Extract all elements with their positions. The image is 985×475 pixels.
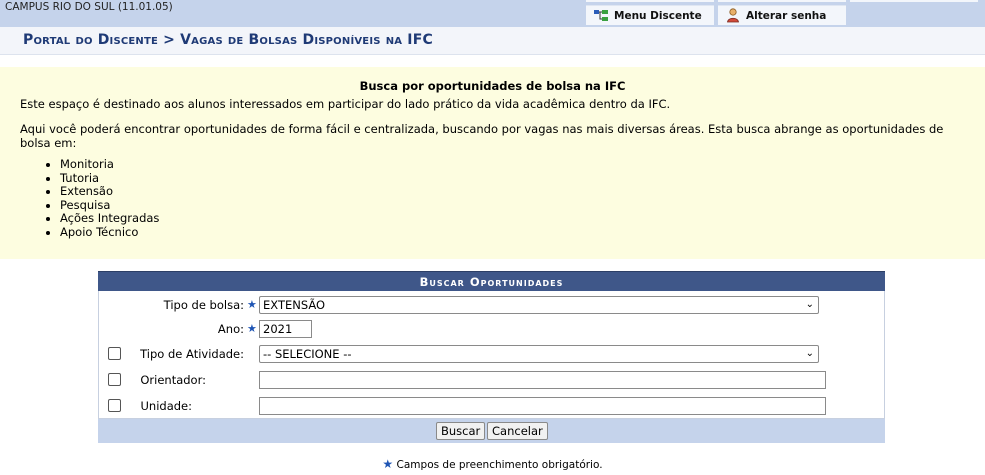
intro-title: Busca por oportunidades de bolsa na IFC [359,79,626,93]
tipo-bolsa-label: Tipo de bolsa: [163,298,244,312]
campus-label: CAMPUS RIO DO SUL (11.01.05) [5,1,173,13]
form-actions: Buscar Cancelar [98,419,885,443]
alterar-senha-button[interactable]: Alterar senha [718,5,846,25]
required-marker: ★ [247,322,257,335]
required-marker: ★ [382,457,394,471]
form-body: Tipo de bolsa: ★ EXTENSÃO ⌄ Ano: ★ 2021 … [98,291,885,419]
form-title: Buscar Oportunidades [98,271,885,291]
intro-paragraph-2: Aqui você poderá encontrar oportunidades… [20,122,944,150]
required-note-text: Campos de preenchimento obrigatório. [396,459,603,471]
menu-discente-label: Menu Discente [614,9,702,22]
tipo-atividade-select[interactable]: -- SELECIONE -- ⌄ [259,345,819,363]
list-item: Apoio Técnico [60,225,159,240]
breadcrumb-bar: Portal do Discente > Vagas de Bolsas Dis… [0,27,985,55]
buscar-button[interactable]: Buscar [436,422,486,440]
intro-paragraph-1: Este espaço é destinado aos alunos inter… [20,97,671,111]
top-bar: CAMPUS RIO DO SUL (11.01.05) Menu Discen… [0,0,985,27]
tipo-bolsa-select[interactable]: EXTENSÃO ⌄ [259,296,819,314]
list-item: Tutoria [60,171,159,186]
menu-tree-icon [593,9,609,23]
bolsa-type-list: Monitoria Tutoria Extensão Pesquisa Açõe… [48,157,159,240]
user-key-icon [725,8,741,23]
chevron-down-icon: ⌄ [805,348,814,359]
orientador-input[interactable] [259,371,826,389]
cancelar-button[interactable]: Cancelar [487,422,548,440]
menu-discente-button[interactable]: Menu Discente [586,5,714,25]
orientador-label: Orientador: [140,373,206,387]
intro-panel: Busca por oportunidades de bolsa na IFC … [0,67,985,259]
list-item: Pesquisa [60,198,159,213]
ano-label: Ano: [217,322,244,336]
search-form: Buscar Oportunidades Tipo de bolsa: ★ EX… [98,271,885,443]
breadcrumb: Portal do Discente > Vagas de Bolsas Dis… [23,32,433,48]
unidade-label: Unidade: [140,399,193,413]
chevron-down-icon: ⌄ [805,299,814,310]
list-item: Extensão [60,185,159,199]
list-item: Monitoria [60,157,159,172]
ano-input[interactable]: 2021 [259,320,312,338]
required-fields-note: ★ Campos de preenchimento obrigatório. [0,457,985,471]
top-button-hidden-2 [718,0,846,2]
tipo-atividade-label: Tipo de Atividade: [140,347,244,361]
top-button-hidden-1 [586,0,714,2]
required-marker: ★ [247,298,257,311]
top-button-hidden-3 [850,0,978,2]
tipo-bolsa-value: EXTENSÃO [263,298,326,312]
alterar-senha-label: Alterar senha [746,9,827,22]
unidade-input[interactable] [259,397,826,415]
tipo-atividade-value: -- SELECIONE -- [263,347,352,361]
list-item: Ações Integradas [60,212,159,226]
